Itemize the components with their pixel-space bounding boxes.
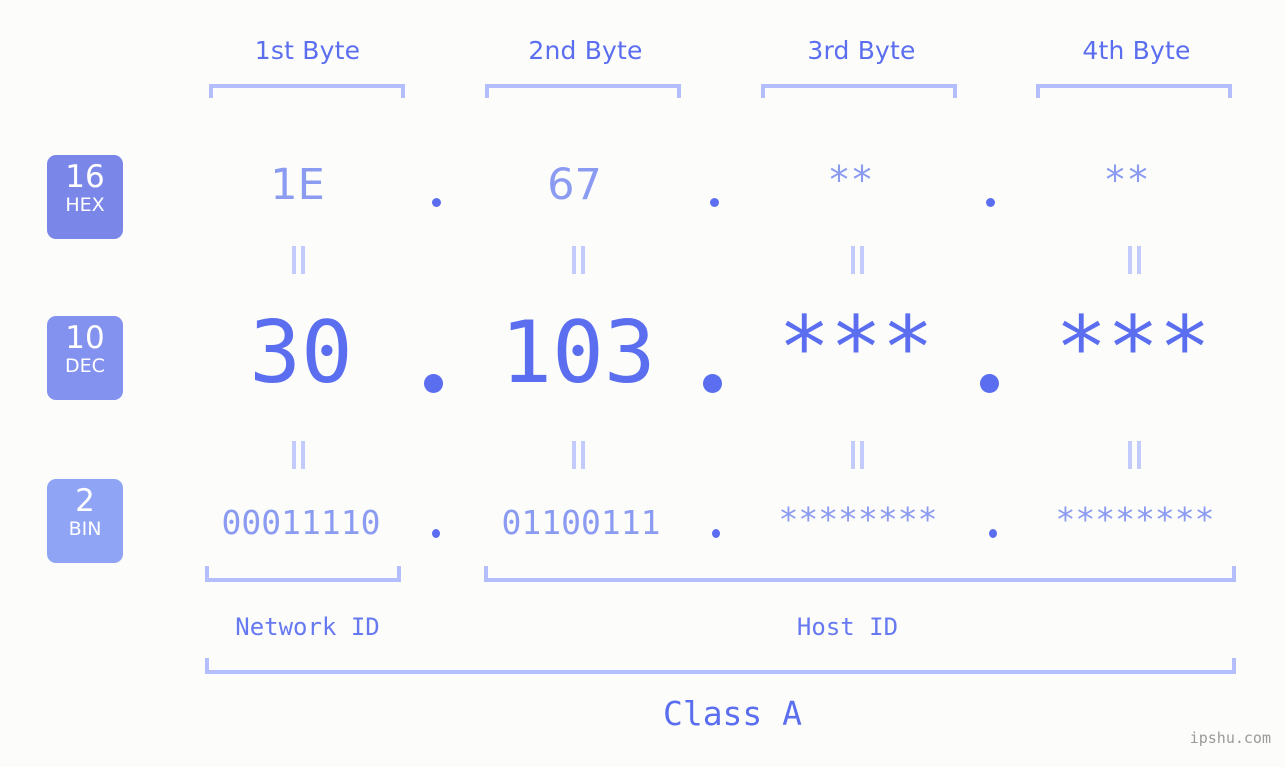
dec-byte-3-value: *** [778,298,934,398]
equals-connector-dec-bin-2 [572,441,587,469]
host-id-bracket [484,566,1236,582]
equals-connector-dec-bin-1 [292,441,307,469]
dec-separator-1 [424,374,443,393]
hex-separator-3 [986,198,995,207]
hex-byte-3-value: ** [829,158,876,202]
bin-separator-3 [989,529,997,538]
bin-separator-2 [712,529,720,538]
dec-byte-2-value: 103 [500,303,656,403]
hex-separator-1 [432,198,441,207]
base-badge-dec-number: 10 [65,320,105,356]
bin-byte-2-value: 01100111 [501,503,661,542]
base-badge-bin-number: 2 [75,483,95,519]
host-id-label: Host ID [796,613,899,641]
byte-bracket-top-4 [1036,84,1232,98]
dec-separator-2 [703,374,722,393]
bin-separator-1 [432,529,440,538]
class-bracket [205,658,1236,674]
byte-header-1: 1st Byte [254,36,361,65]
network-id-label: Network ID [235,613,380,641]
base-badge-hex-label: HEX [65,194,105,216]
byte-bracket-top-3 [761,84,957,98]
byte-bracket-top-2 [485,84,681,98]
equals-connector-dec-bin-4 [1128,441,1143,469]
base-badge-hex-number: 16 [65,159,105,195]
byte-bracket-top-1 [209,84,405,98]
byte-header-4: 4th Byte [1082,36,1191,65]
equals-connector-hex-dec-2 [572,246,587,274]
equals-connector-hex-dec-1 [292,246,307,274]
byte-header-2: 2nd Byte [528,36,643,65]
dec-byte-4-value: *** [1055,298,1211,398]
base-badge-bin-label: BIN [68,518,102,540]
hex-byte-1-value: 1E [270,160,325,210]
bin-byte-4-value: ******** [1055,500,1215,539]
dec-byte-1-value: 30 [249,303,353,403]
site-watermark: ipshu.com [1189,729,1271,747]
byte-header-3: 3rd Byte [807,36,916,65]
dec-separator-3 [980,374,999,393]
hex-byte-4-value: ** [1105,158,1152,202]
equals-connector-hex-dec-4 [1128,246,1143,274]
diagram-canvas: 1st Byte 2nd Byte 3rd Byte 4th Byte 16 H… [0,0,1285,767]
base-badge-bin: 2 BIN [47,479,123,563]
base-badge-dec: 10 DEC [47,316,123,400]
class-label: Class A [662,694,803,733]
network-id-bracket [205,566,401,582]
equals-connector-dec-bin-3 [851,441,866,469]
bin-byte-1-value: 00011110 [221,503,381,542]
hex-separator-2 [710,198,719,207]
base-badge-hex: 16 HEX [47,155,123,239]
hex-byte-2-value: 67 [547,160,602,210]
equals-connector-hex-dec-3 [851,246,866,274]
bin-byte-3-value: ******** [778,500,938,539]
base-badge-dec-label: DEC [65,355,105,377]
